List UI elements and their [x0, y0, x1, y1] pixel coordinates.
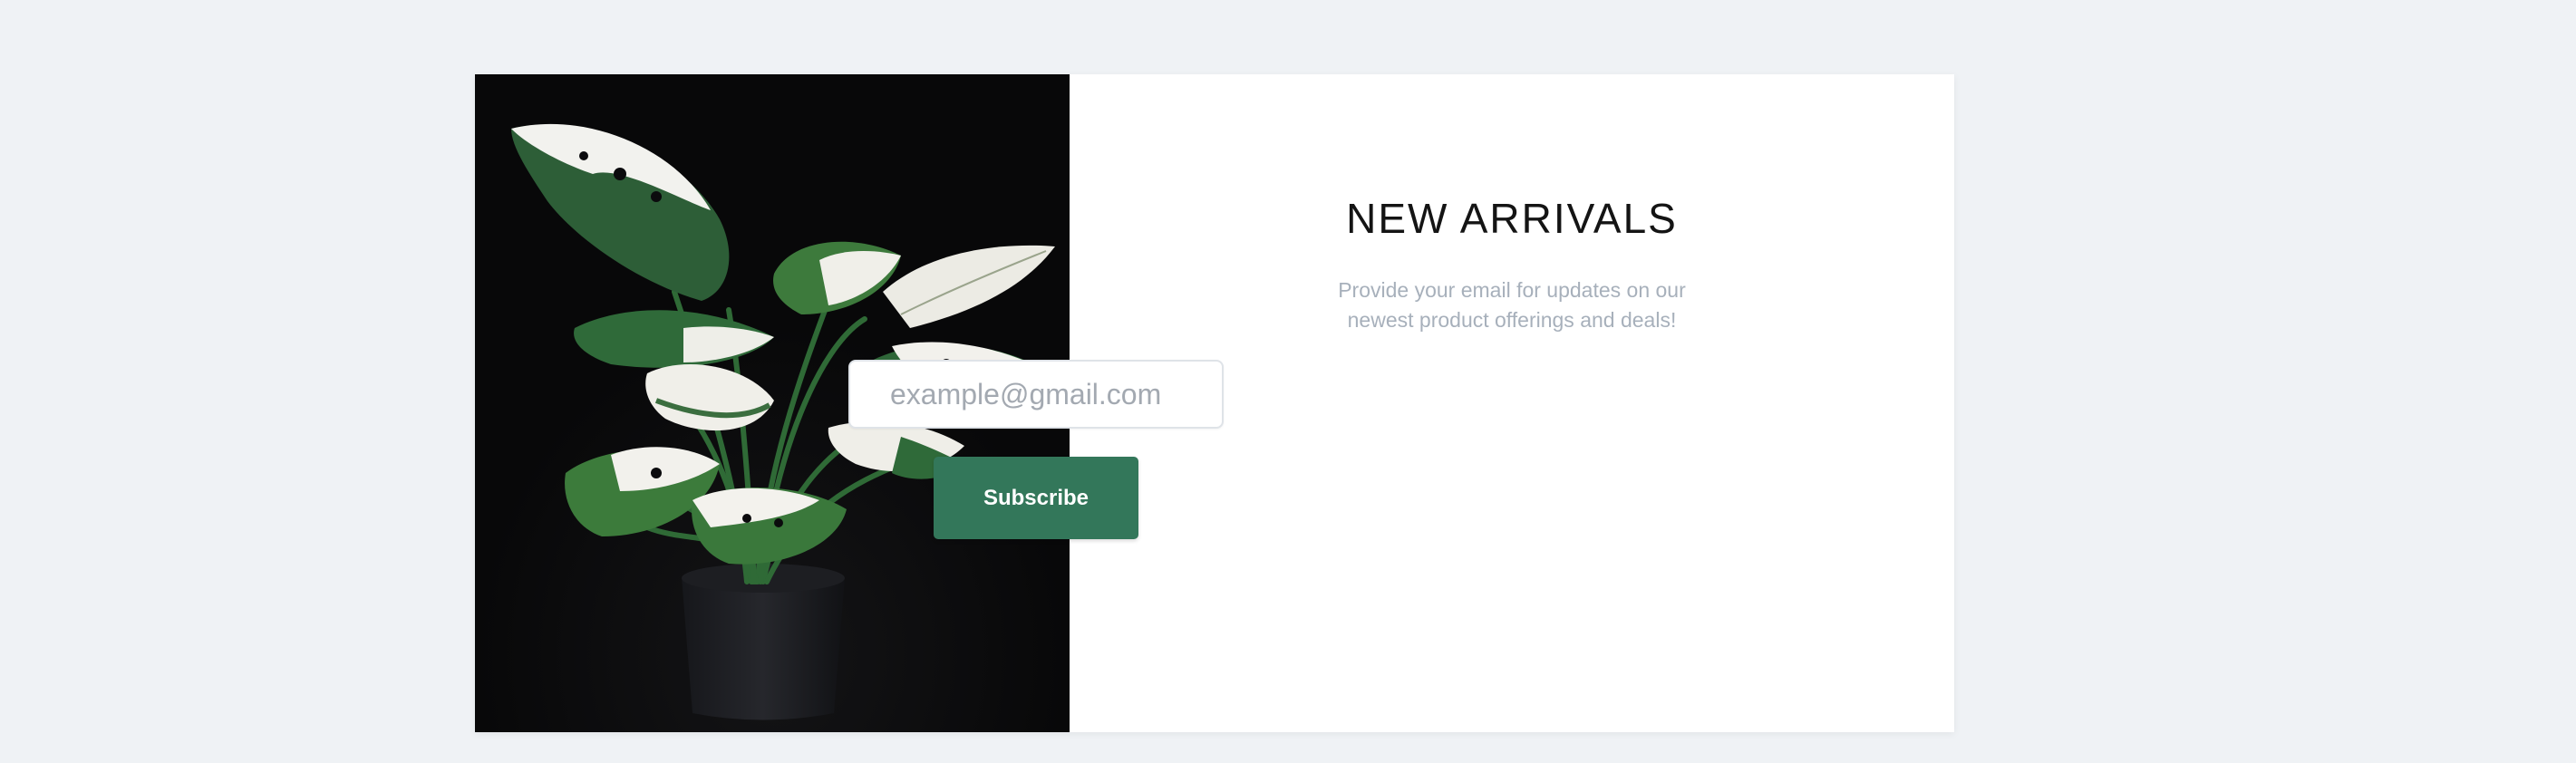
- newsletter-description: Provide your email for updates on our ne…: [1338, 278, 1686, 332]
- subscribe-button[interactable]: Subscribe: [934, 457, 1138, 539]
- newsletter-title: NEW ARRIVALS: [1346, 195, 1678, 242]
- email-input[interactable]: [848, 360, 1224, 429]
